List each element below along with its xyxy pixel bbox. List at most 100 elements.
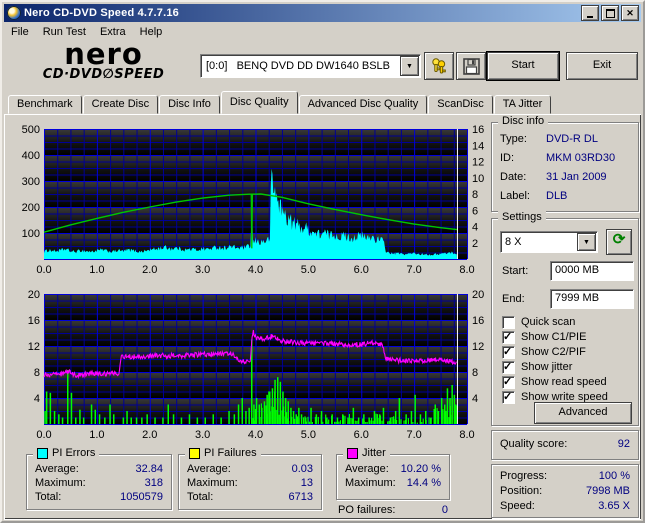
pi-failures-title: PI Failures (185, 447, 261, 459)
menu-file[interactable]: File (4, 24, 36, 40)
svg-text:1.0: 1.0 (89, 264, 104, 276)
checkbox-show-c1-pie[interactable]: Show C1/PIE (502, 330, 586, 344)
svg-text:6.0: 6.0 (354, 429, 369, 441)
jitter-swatch (347, 447, 358, 459)
keys-icon (432, 58, 446, 74)
svg-text:200: 200 (22, 202, 40, 214)
checkbox-icon (502, 360, 515, 374)
svg-text:8: 8 (472, 367, 478, 379)
svg-text:8.0: 8.0 (459, 429, 474, 441)
pi-errors-swatch (37, 447, 48, 459)
checkbox-icon (502, 375, 515, 389)
start-position-input[interactable]: 0000 MB (550, 261, 634, 281)
tab-advanced-disc-quality[interactable]: Advanced Disc Quality (298, 95, 428, 114)
end-position-label: End: (502, 293, 525, 305)
speed-select[interactable]: 8 X ▼ (500, 231, 598, 253)
checkbox-show-c2-pif[interactable]: Show C2/PIF (502, 345, 586, 359)
minimize-button[interactable] (581, 5, 599, 21)
chevron-down-icon[interactable]: ▼ (577, 233, 596, 251)
speed-select-value: 8 X (505, 236, 522, 248)
jitter-group: Jitter Average: 10.20 % Maximum: 14.4 % (336, 447, 450, 500)
pif-average-row: Average: 0.03 (187, 463, 313, 475)
jitter-title: Jitter (343, 447, 390, 459)
window-title: Nero CD-DVD Speed 4.7.7.16 (24, 7, 179, 19)
checkbox-show-jitter[interactable]: Show jitter (502, 360, 572, 374)
pi-errors-title: PI Errors (33, 447, 100, 459)
svg-text:5.0: 5.0 (301, 264, 316, 276)
speed-row: Speed: 3.65 X (500, 500, 630, 512)
disc-info-title: Disc info (498, 115, 549, 127)
svg-text:2.0: 2.0 (142, 264, 157, 276)
pif-maximum-row: Maximum: 13 (187, 477, 313, 489)
svg-text:3.0: 3.0 (195, 429, 210, 441)
svg-text:12: 12 (472, 157, 484, 169)
svg-text:8: 8 (472, 189, 478, 201)
nero-logo-text: nero (64, 37, 143, 71)
tab-disc-info[interactable]: Disc Info (159, 95, 220, 114)
jitter-average-row: Average: 10.20 % (345, 463, 441, 475)
disc-id-value: MKM 03RD30 (546, 152, 616, 164)
drive-select[interactable]: [0:0] BENQ DVD DD DW1640 BSLB ▼ (200, 54, 421, 78)
quality-score-box: Quality score: 92 (491, 430, 639, 460)
end-position-input[interactable]: 7999 MB (550, 289, 634, 309)
svg-text:16: 16 (28, 315, 40, 327)
svg-text:16: 16 (472, 124, 484, 136)
svg-text:6.0: 6.0 (354, 264, 369, 276)
svg-text:4: 4 (472, 222, 478, 234)
disc-type-value: DVD-R DL (546, 133, 598, 145)
toolbar: nero CD·DVD∅SPEED [0:0] BENQ DVD DD DW16… (4, 37, 641, 93)
tab-create-disc[interactable]: Create Disc (82, 95, 159, 114)
chevron-down-icon[interactable]: ▼ (400, 56, 419, 76)
po-failures-row: PO failures: 0 (338, 504, 448, 516)
tab-ta-jitter[interactable]: TA Jitter (493, 95, 552, 114)
checkbox-icon (502, 315, 515, 329)
cdvd-speed-logo-text: CD·DVD∅SPEED (42, 67, 165, 82)
quality-score-value: 92 (617, 438, 630, 450)
svg-text:6: 6 (472, 205, 478, 217)
quality-score-label: Quality score: (500, 438, 568, 450)
tab-benchmark[interactable]: Benchmark (8, 95, 82, 114)
po-failures-value: 0 (441, 504, 448, 516)
maximize-button[interactable] (601, 5, 619, 21)
pi-failures-jitter-chart: 4 8 12 16 20 4 8 12 16 20 0.0 1.0 2.0 3.0 4.0 5.0 6.0 7.0… (28, 289, 485, 441)
checkbox-quick-scan[interactable]: Quick scan (502, 315, 575, 329)
close-icon: ✕ (626, 7, 634, 18)
checkbox-show-read-speed[interactable]: Show read speed (502, 375, 607, 389)
svg-text:20: 20 (28, 289, 40, 301)
close-button[interactable]: ✕ (621, 5, 639, 21)
pi-failures-group: PI Failures Average: 0.03 Maximum: 13 Tota… (178, 447, 322, 510)
disc-id-row: ID: MKM 03RD30 (500, 152, 616, 164)
checkbox-icon (502, 330, 515, 344)
refresh-button[interactable]: ⟳ (606, 229, 632, 255)
svg-text:16: 16 (472, 315, 484, 327)
svg-text:100: 100 (22, 228, 40, 240)
svg-text:14: 14 (472, 140, 484, 152)
svg-text:2.0: 2.0 (142, 429, 157, 441)
svg-text:7.0: 7.0 (406, 429, 421, 441)
progress-box: Progress: 100 % Position: 7998 MB Speed: 3.… (491, 464, 639, 518)
advanced-button[interactable]: Advanced (534, 402, 632, 424)
save-button[interactable] (456, 52, 486, 80)
tab-scandisc[interactable]: ScanDisc (428, 95, 493, 114)
floppy-icon (462, 57, 480, 75)
checkbox-icon (502, 390, 515, 404)
exit-button[interactable]: Exit (566, 52, 638, 80)
svg-text:12: 12 (28, 341, 40, 353)
speed-value: 3.65 X (598, 500, 630, 512)
nero-logo: nero CD·DVD∅SPEED (16, 37, 191, 83)
svg-text:7.0: 7.0 (406, 264, 421, 276)
drive-select-value: [0:0] BENQ DVD DD DW1640 BSLB (206, 60, 391, 72)
svg-text:10: 10 (472, 173, 484, 185)
svg-text:2: 2 (472, 238, 478, 250)
svg-text:3.0: 3.0 (195, 264, 210, 276)
options-button[interactable] (424, 52, 454, 80)
progress-value: 100 % (598, 470, 630, 482)
start-button[interactable]: Start (487, 52, 559, 80)
pi-failures-swatch (189, 447, 200, 459)
svg-text:0.0: 0.0 (36, 429, 51, 441)
position-row: Position: 7998 MB (500, 485, 630, 497)
tab-disc-quality[interactable]: Disc Quality (220, 91, 298, 114)
disc-date-row: Date: 31 Jan 2009 (500, 171, 607, 183)
minimize-icon (587, 15, 593, 18)
pie-average-row: Average: 32.84 (35, 463, 163, 475)
